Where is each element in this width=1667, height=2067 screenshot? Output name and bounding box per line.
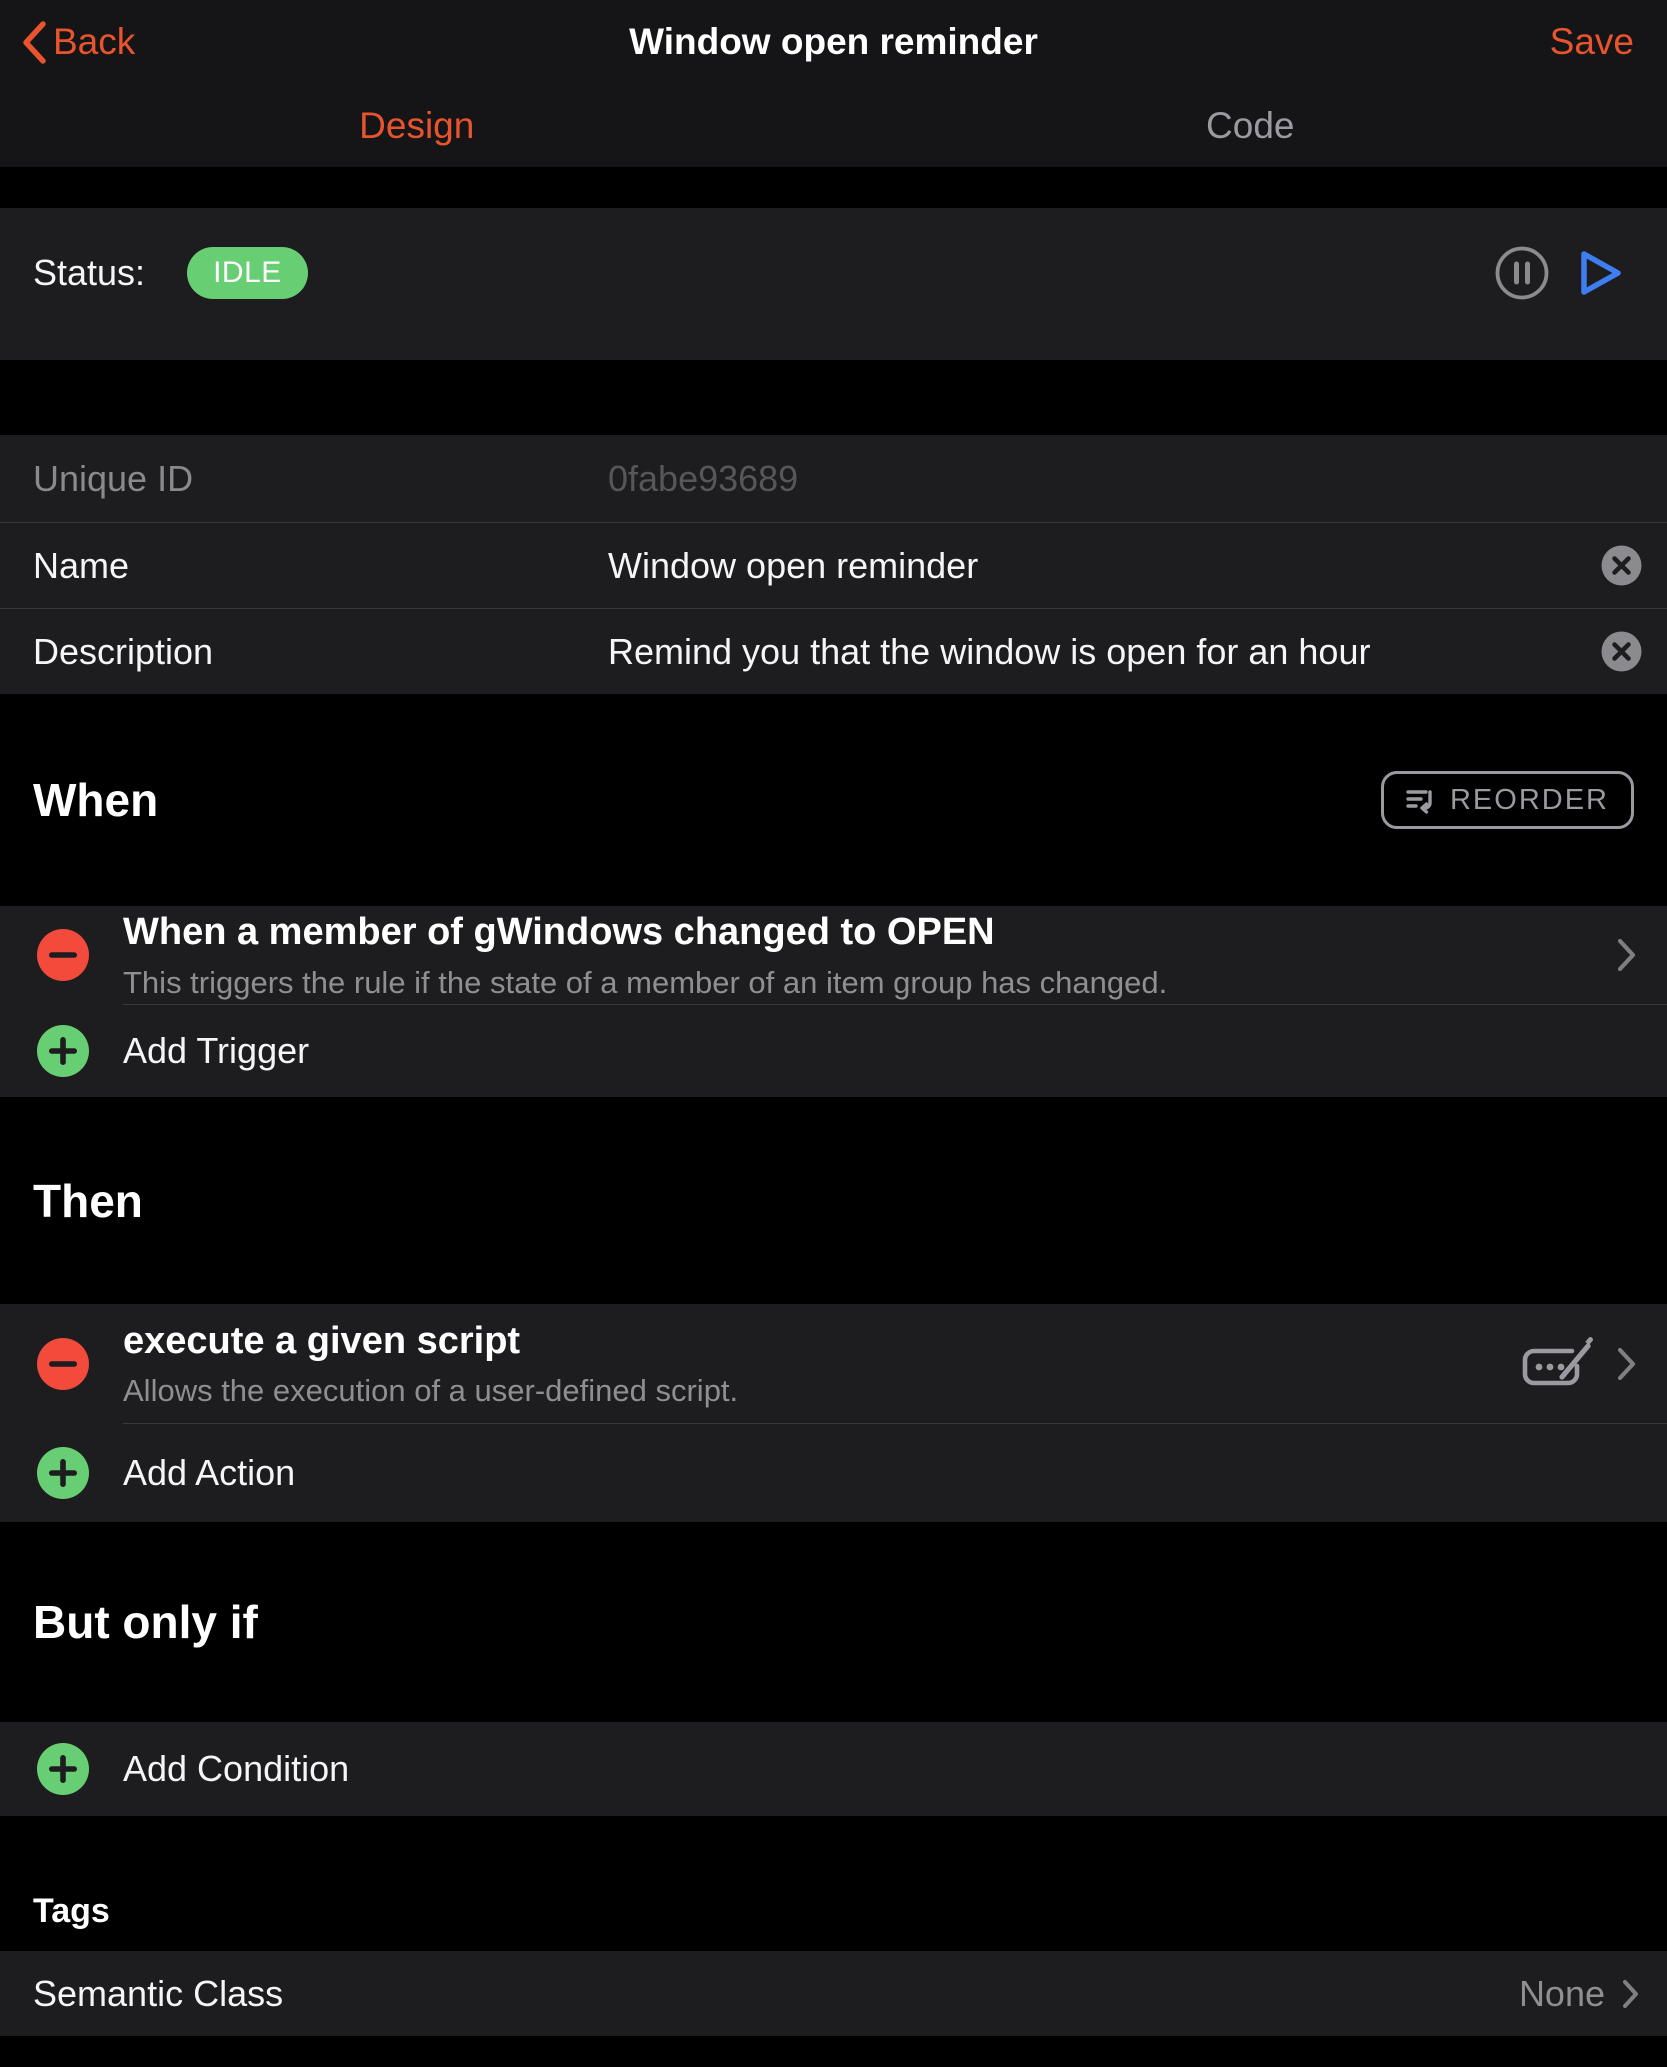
then-section-header: Then bbox=[0, 1097, 1667, 1304]
plus-circle-icon bbox=[36, 1024, 90, 1078]
add-action-row[interactable]: Add Action bbox=[0, 1424, 1667, 1522]
tab-design[interactable]: Design bbox=[0, 84, 834, 167]
semantic-class-row[interactable]: Semantic Class None bbox=[0, 1951, 1667, 2036]
add-action-button[interactable] bbox=[36, 1446, 90, 1500]
pause-icon bbox=[1493, 244, 1551, 302]
page-title: Window open reminder bbox=[0, 21, 1667, 63]
tags-section-header: Tags bbox=[0, 1816, 1667, 1951]
status-badge: IDLE bbox=[187, 247, 308, 299]
run-button[interactable] bbox=[1575, 246, 1627, 300]
add-condition-label: Add Condition bbox=[123, 1748, 349, 1790]
add-trigger-label: Add Trigger bbox=[123, 1030, 309, 1072]
unique-id-row: Unique ID 0fabe93689 bbox=[0, 435, 1667, 522]
navbar: Back Window open reminder Save Design Co… bbox=[0, 0, 1667, 167]
name-label: Name bbox=[33, 545, 608, 587]
remove-trigger-button[interactable] bbox=[36, 928, 90, 982]
unique-id-label: Unique ID bbox=[33, 458, 608, 500]
reorder-label: REORDER bbox=[1450, 784, 1609, 817]
play-icon bbox=[1575, 246, 1627, 300]
action-accessories bbox=[1520, 1333, 1637, 1395]
trigger-subtitle: This triggers the rule if the state of a… bbox=[123, 964, 1598, 1001]
chevron-right-icon bbox=[1621, 1978, 1640, 2010]
description-input[interactable]: Remind you that the window is open for a… bbox=[608, 631, 1601, 673]
conditions-card: Add Condition bbox=[0, 1722, 1667, 1816]
rule-editor-page: Back Window open reminder Save Design Co… bbox=[0, 0, 1667, 2067]
then-heading: Then bbox=[33, 1174, 143, 1228]
action-subtitle: Allows the execution of a user-defined s… bbox=[123, 1372, 1502, 1409]
when-heading: When bbox=[33, 773, 158, 827]
actions-card: execute a given script Allows the execut… bbox=[0, 1304, 1667, 1522]
chevron-right-icon bbox=[1616, 1346, 1637, 1382]
minus-circle-icon bbox=[36, 1337, 90, 1391]
add-trigger-row[interactable]: Add Trigger bbox=[0, 1005, 1667, 1097]
tab-code[interactable]: Code bbox=[834, 84, 1667, 167]
unique-id-value: 0fabe93689 bbox=[608, 458, 1642, 500]
action-row[interactable]: execute a given script Allows the execut… bbox=[0, 1304, 1667, 1423]
remove-action-button[interactable] bbox=[36, 1337, 90, 1391]
plus-circle-icon bbox=[36, 1742, 90, 1796]
add-action-label: Add Action bbox=[123, 1452, 295, 1494]
trigger-row[interactable]: When a member of gWindows changed to OPE… bbox=[0, 906, 1667, 1004]
semantic-class-value: None bbox=[1519, 1973, 1605, 2015]
tags-heading: Tags bbox=[33, 1892, 110, 1931]
save-button[interactable]: Save bbox=[1550, 21, 1634, 63]
description-label: Description bbox=[33, 631, 608, 673]
reorder-icon bbox=[1402, 783, 1436, 817]
edit-script-button[interactable] bbox=[1520, 1333, 1600, 1395]
add-condition-row[interactable]: Add Condition bbox=[0, 1722, 1667, 1816]
status-label: Status: bbox=[33, 252, 145, 294]
description-row: Description Remind you that the window i… bbox=[0, 608, 1667, 694]
semantic-class-accessories: None bbox=[1519, 1973, 1640, 2015]
trigger-title: When a member of gWindows changed to OPE… bbox=[123, 909, 1598, 957]
reorder-button[interactable]: REORDER bbox=[1381, 771, 1634, 829]
description-clear-button[interactable] bbox=[1601, 631, 1642, 672]
action-text: execute a given script Allows the execut… bbox=[123, 1318, 1502, 1410]
add-condition-button[interactable] bbox=[36, 1742, 90, 1796]
chevron-right-icon bbox=[1616, 937, 1637, 973]
triggers-card: When a member of gWindows changed to OPE… bbox=[0, 906, 1667, 1097]
pause-button[interactable] bbox=[1493, 244, 1551, 302]
trigger-text: When a member of gWindows changed to OPE… bbox=[123, 909, 1598, 1001]
status-row: Status: IDLE bbox=[33, 244, 1627, 302]
navbar-top: Back Window open reminder Save bbox=[0, 0, 1667, 84]
script-compose-icon bbox=[1520, 1333, 1600, 1395]
action-title: execute a given script bbox=[123, 1318, 1502, 1366]
semantic-class-label: Semantic Class bbox=[33, 1973, 283, 2015]
name-clear-button[interactable] bbox=[1601, 545, 1642, 586]
add-trigger-button[interactable] bbox=[36, 1024, 90, 1078]
status-actions bbox=[1493, 244, 1627, 302]
when-section-header: When REORDER bbox=[0, 694, 1667, 906]
rule-info-card: Unique ID 0fabe93689 Name Window open re… bbox=[0, 435, 1667, 694]
status-card: Status: IDLE bbox=[0, 208, 1667, 360]
clear-icon bbox=[1601, 631, 1642, 672]
name-input[interactable]: Window open reminder bbox=[608, 545, 1601, 587]
clear-icon bbox=[1601, 545, 1642, 586]
name-row: Name Window open reminder bbox=[0, 522, 1667, 608]
but-only-if-heading: But only if bbox=[33, 1595, 258, 1649]
conditions-section-header: But only if bbox=[0, 1522, 1667, 1722]
tab-bar: Design Code bbox=[0, 84, 1667, 167]
trigger-accessories bbox=[1616, 937, 1637, 973]
minus-circle-icon bbox=[36, 928, 90, 982]
plus-circle-icon bbox=[36, 1446, 90, 1500]
